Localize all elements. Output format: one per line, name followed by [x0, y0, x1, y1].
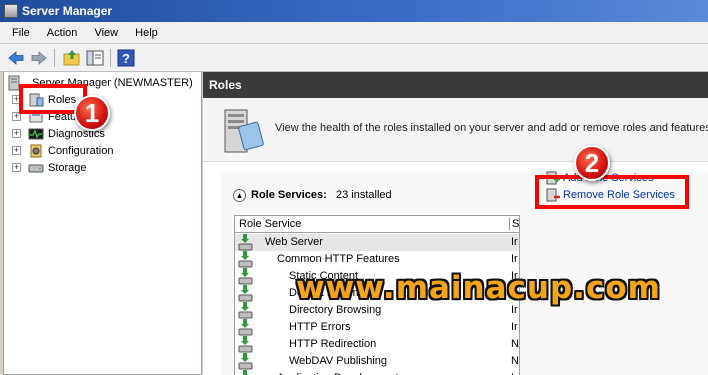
installed-role-icon	[238, 251, 253, 268]
installed-role-icon	[238, 353, 253, 370]
role-service-name: Common HTTP Features	[277, 253, 400, 265]
window-title: Server Manager	[22, 4, 113, 18]
table-row[interactable]: HTTP Redirection N	[235, 336, 519, 353]
window-titlebar: Server Manager	[0, 0, 708, 22]
section-title: Role Services:	[251, 189, 327, 201]
tree-item-configuration[interactable]: + Configuration	[4, 143, 202, 159]
expand-icon[interactable]: +	[12, 129, 21, 138]
role-service-name: WebDAV Publishing	[289, 355, 388, 367]
step-badge-1: 1	[74, 95, 110, 131]
role-service-status: Ir	[511, 370, 518, 375]
storage-icon	[28, 164, 44, 173]
tree-item-storage[interactable]: + Storage	[4, 160, 202, 176]
section-count: 23 installed	[336, 189, 392, 201]
role-service-name: HTTP Errors	[289, 321, 351, 333]
expand-icon[interactable]: +	[12, 146, 21, 155]
svg-text:?: ?	[122, 51, 130, 66]
add-role-services-highlight-box	[535, 175, 689, 209]
column-header-role-service[interactable]: Role Service	[239, 218, 301, 230]
forward-arrow-icon[interactable]	[29, 48, 49, 68]
installed-role-icon	[241, 370, 249, 375]
expand-icon[interactable]: +	[12, 163, 21, 172]
configuration-icon	[30, 144, 42, 158]
menu-action[interactable]: Action	[41, 22, 84, 44]
show-hide-tree-icon[interactable]	[85, 48, 105, 68]
tree-item-label: Storage	[48, 162, 87, 174]
summary-area: View the health of the roles installed o…	[203, 98, 708, 162]
table-row[interactable]: Application Development Ir	[235, 370, 519, 375]
watermark-text: www.mainacup.com	[296, 270, 661, 306]
server-manager-icon	[4, 4, 18, 18]
main-pane: Roles View the health of the roles insta…	[203, 72, 708, 375]
tree-item-diagnostics[interactable]: + Diagnostics	[4, 126, 202, 142]
step-badge-2: 2	[574, 145, 610, 181]
role-service-name: HTTP Redirection	[289, 338, 377, 350]
installed-role-icon	[238, 319, 253, 336]
tree-item-label: Configuration	[48, 145, 114, 157]
installed-role-icon	[238, 302, 253, 319]
role-service-status: Ir	[511, 236, 518, 248]
help-icon[interactable]: ?	[116, 48, 136, 68]
role-service-status: N	[511, 355, 519, 367]
table-row[interactable]: WebDAV Publishing N	[235, 353, 519, 370]
role-service-status: Ir	[511, 321, 518, 333]
toolbar-separator	[110, 49, 111, 67]
role-service-name: Application Development	[277, 370, 399, 375]
installed-role-icon	[238, 268, 253, 285]
toolbar: ?	[0, 44, 708, 72]
table-row[interactable]: Common HTTP Features Ir	[235, 251, 519, 268]
table-row[interactable]: HTTP Errors Ir	[235, 319, 519, 336]
role-service-status: N	[511, 338, 519, 350]
installed-role-icon	[238, 336, 253, 353]
collapse-icon[interactable]: ▲	[233, 189, 246, 202]
up-folder-icon[interactable]	[62, 48, 82, 68]
installed-role-icon	[238, 234, 253, 251]
back-arrow-icon[interactable]	[6, 48, 26, 68]
menu-view[interactable]: View	[88, 22, 124, 44]
role-service-status: Ir	[511, 253, 518, 265]
diagnostics-icon	[28, 128, 44, 140]
menu-file[interactable]: File	[6, 22, 36, 44]
menu-bar: File Action View Help	[0, 22, 708, 44]
menu-help[interactable]: Help	[129, 22, 164, 44]
roles-server-icon	[224, 109, 264, 153]
column-header-status[interactable]: S	[509, 218, 519, 230]
page-title: Roles	[203, 72, 708, 98]
table-header: Role Service S	[235, 216, 519, 233]
summary-text: View the health of the roles installed o…	[275, 122, 708, 134]
installed-role-icon	[238, 285, 253, 302]
role-service-name: Web Server	[265, 236, 323, 248]
table-row[interactable]: Web Server Ir	[235, 234, 519, 251]
toolbar-separator	[54, 49, 55, 67]
